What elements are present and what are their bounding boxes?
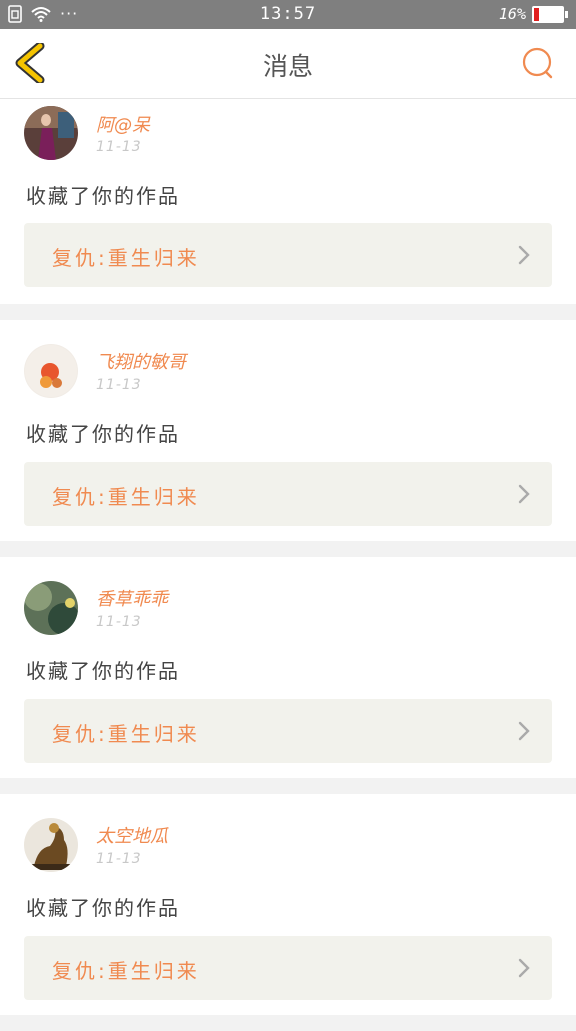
user-name[interactable]: 飞翔的敏哥 — [96, 348, 186, 374]
message-card: 阿@呆 11-13 收藏了你的作品 复仇:重生归来 — [0, 99, 576, 304]
user-name[interactable]: 阿@呆 — [96, 111, 150, 137]
nav-bar: 消息 — [0, 29, 576, 99]
work-link[interactable]: 复仇:重生归来 — [24, 462, 552, 526]
avatar[interactable] — [24, 581, 78, 635]
action-text: 收藏了你的作品 — [26, 659, 180, 683]
work-title: 复仇:重生归来 — [52, 722, 200, 746]
status-bar: ··· 13:57 16% — [0, 0, 576, 29]
search-icon[interactable] — [520, 45, 556, 81]
user-name[interactable]: 太空地瓜 — [96, 822, 168, 848]
work-title: 复仇:重生归来 — [52, 959, 200, 983]
battery-percent: 16% — [498, 5, 526, 23]
battery-icon — [532, 5, 568, 23]
work-link[interactable]: 复仇:重生归来 — [24, 936, 552, 1000]
status-time: 13:57 — [259, 4, 317, 24]
work-link[interactable]: 复仇:重生归来 — [24, 699, 552, 763]
avatar-image — [24, 344, 78, 398]
avatar[interactable] — [24, 344, 78, 398]
action-text: 收藏了你的作品 — [26, 896, 180, 920]
user-name[interactable]: 香草乖乖 — [96, 585, 168, 611]
message-card: 香草乖乖 11-13 收藏了你的作品 复仇:重生归来 — [0, 557, 576, 778]
message-date: 11-13 — [96, 614, 142, 630]
chevron-right-icon — [518, 245, 530, 265]
avatar[interactable] — [24, 818, 78, 872]
avatar[interactable] — [24, 106, 78, 160]
message-list: 阿@呆 11-13 收藏了你的作品 复仇:重生归来 飞翔的敏哥 11-13 收藏… — [0, 99, 576, 1031]
action-text: 收藏了你的作品 — [26, 184, 180, 208]
avatar-image — [24, 106, 78, 160]
page-title: 消息 — [262, 52, 313, 81]
action-text: 收藏了你的作品 — [26, 422, 180, 446]
chevron-right-icon — [518, 958, 530, 978]
work-title: 复仇:重生归来 — [52, 246, 200, 270]
message-card: 飞翔的敏哥 11-13 收藏了你的作品 复仇:重生归来 — [0, 320, 576, 541]
status-icons-right: 16% — [498, 5, 568, 23]
message-card: 太空地瓜 11-13 收藏了你的作品 复仇:重生归来 — [0, 794, 576, 1015]
message-date: 11-13 — [96, 139, 142, 155]
message-date: 11-13 — [96, 377, 142, 393]
message-date: 11-13 — [96, 851, 142, 867]
avatar-image — [24, 818, 78, 872]
avatar-image — [24, 581, 78, 635]
chevron-right-icon — [518, 721, 530, 741]
chevron-right-icon — [518, 484, 530, 504]
work-title: 复仇:重生归来 — [52, 485, 200, 509]
work-link[interactable]: 复仇:重生归来 — [24, 223, 552, 287]
battery-fill — [534, 7, 539, 21]
